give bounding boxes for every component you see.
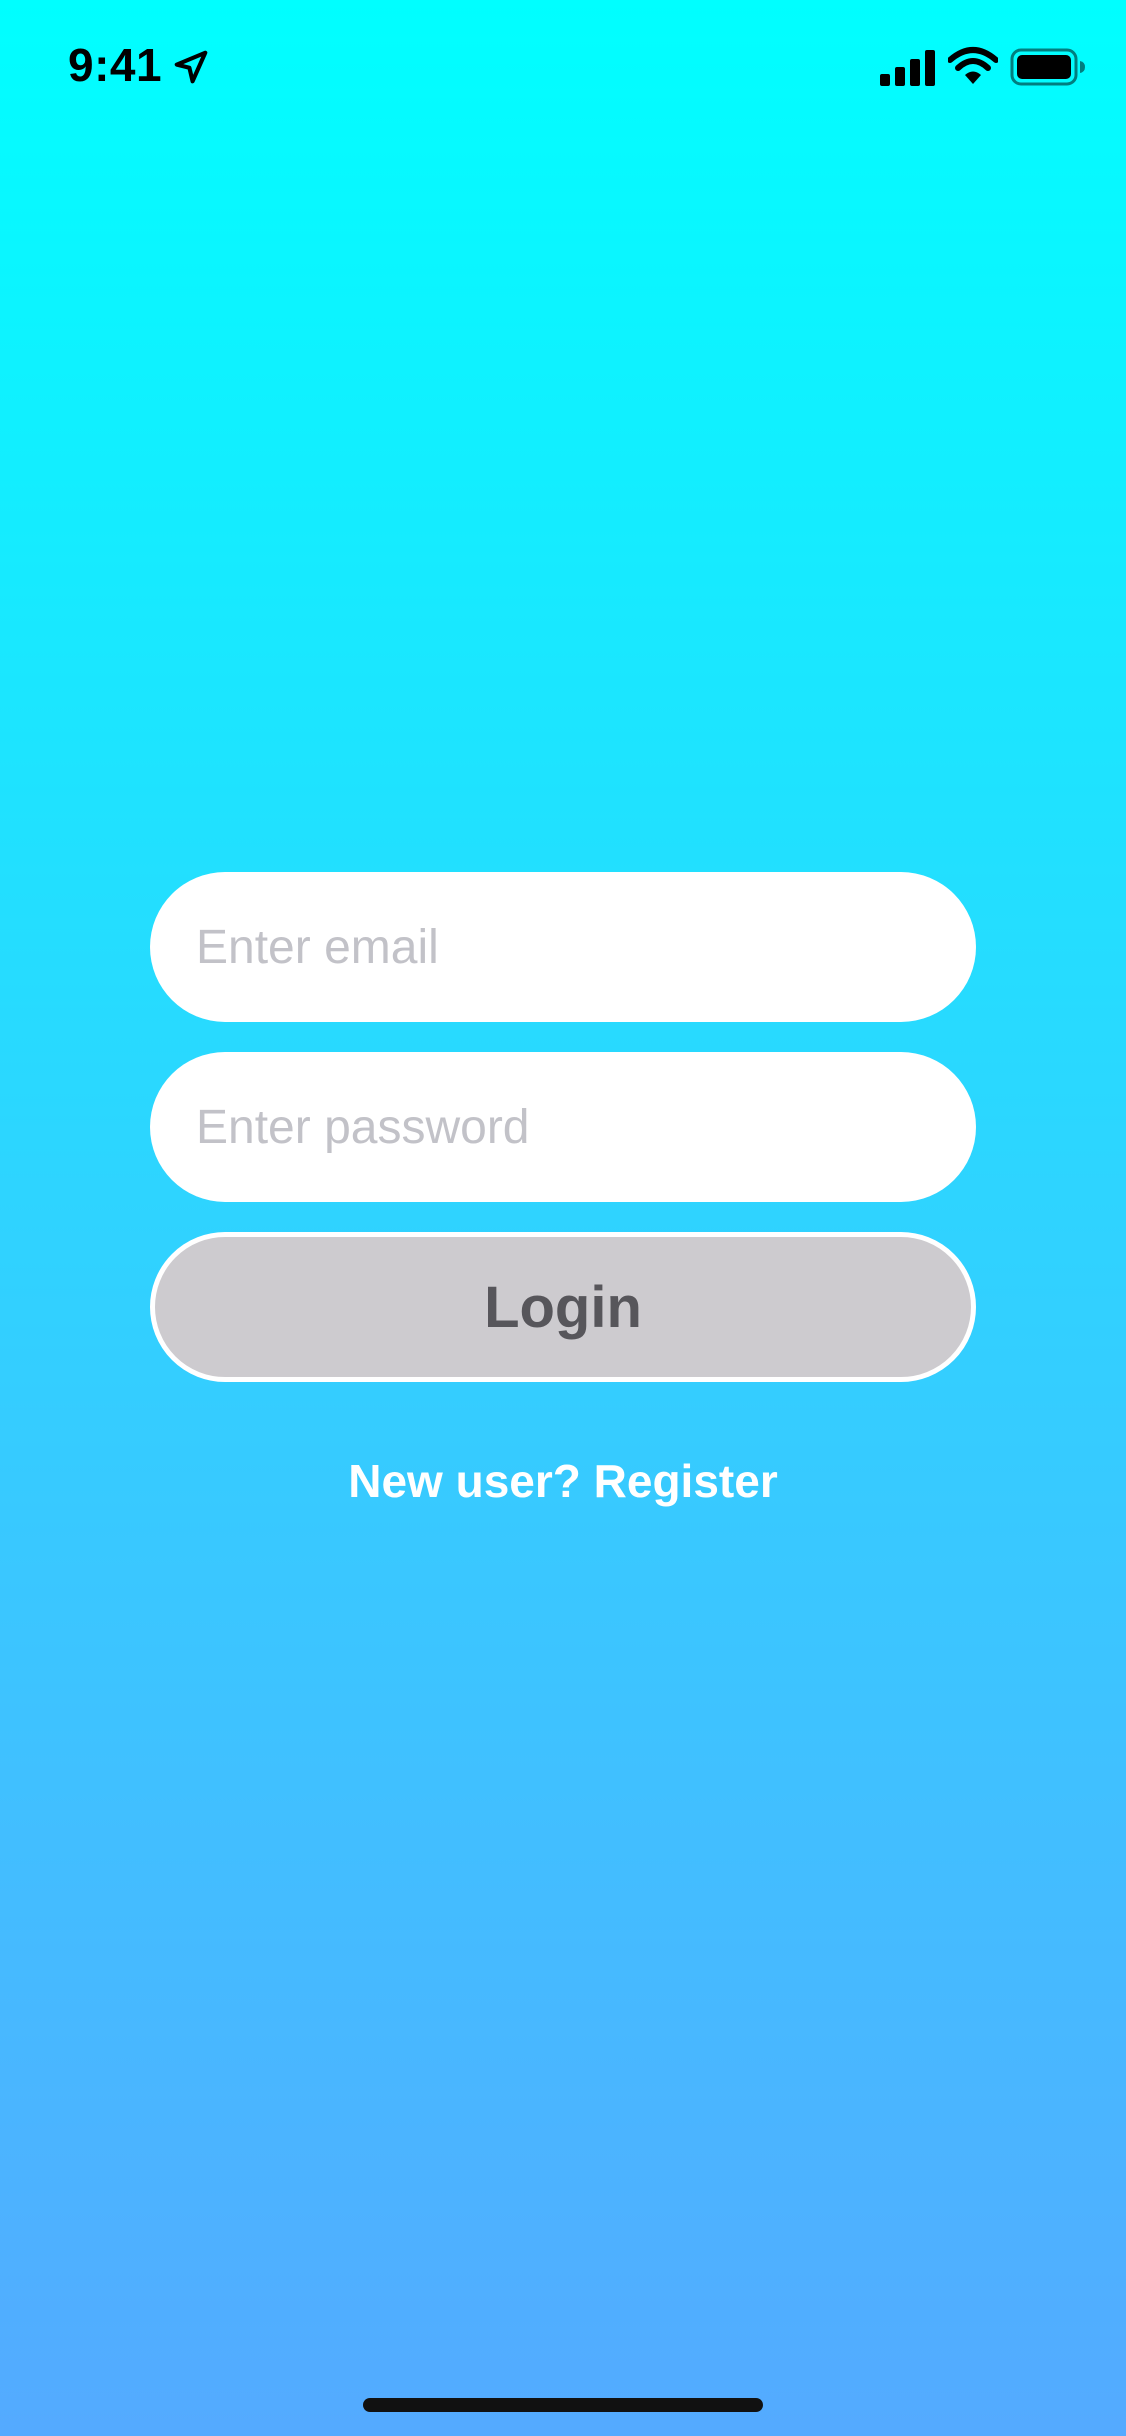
home-indicator [363,2398,763,2412]
email-field[interactable] [150,872,976,1022]
status-time: 9:41 [68,39,163,91]
location-arrow-icon [174,50,208,84]
login-button[interactable]: Login [150,1232,976,1382]
wifi-icon [948,47,998,84]
status-bar: 9:41 [0,0,1126,140]
password-field[interactable] [150,1052,976,1202]
login-form: Login [150,872,976,1382]
cellular-signal-icon [880,50,935,86]
battery-icon [1010,48,1085,86]
register-link[interactable]: New user? Register [0,1454,1126,1508]
